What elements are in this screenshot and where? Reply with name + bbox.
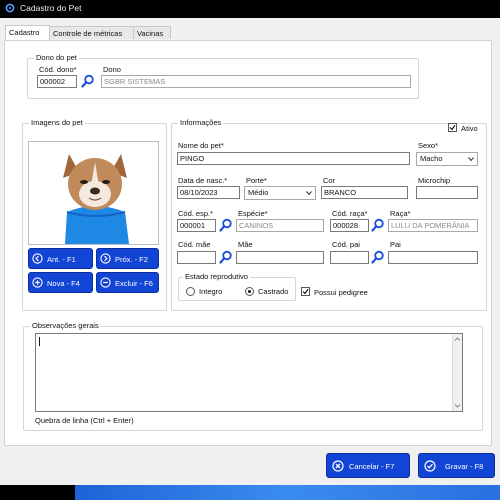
tab-vacinas[interactable]: Vacinas bbox=[133, 26, 171, 39]
notes-textarea[interactable] bbox=[35, 333, 463, 412]
pet-photo bbox=[28, 141, 159, 245]
mother-label: Mãe bbox=[238, 240, 253, 249]
father-code-label: Cód. pai bbox=[332, 240, 360, 249]
sex-select-value: Macho bbox=[420, 154, 443, 163]
breed-field[interactable]: LULU DA POMERÂNIA bbox=[388, 219, 478, 232]
check-icon bbox=[302, 288, 309, 295]
check-icon bbox=[449, 124, 456, 131]
active-label: Ativo bbox=[461, 124, 478, 133]
delete-image-button[interactable]: Excluir - F6 bbox=[96, 272, 159, 293]
pet-name-field[interactable]: PINGO bbox=[177, 152, 410, 165]
radio-castrado[interactable] bbox=[245, 287, 254, 296]
close-icon bbox=[332, 460, 344, 472]
pedigree-checkbox[interactable] bbox=[301, 287, 310, 296]
breed-label: Raça* bbox=[390, 209, 411, 218]
sex-label: Sexo* bbox=[418, 141, 439, 150]
mother-code-field[interactable] bbox=[177, 251, 216, 264]
breed-code-field[interactable]: 000028 bbox=[330, 219, 369, 232]
arrow-right-icon bbox=[100, 253, 111, 264]
text-cursor bbox=[39, 337, 40, 346]
size-select[interactable]: Médio bbox=[244, 186, 316, 200]
mother-search-magnifier-icon[interactable] bbox=[219, 250, 233, 264]
pedigree-label: Possui pedigree bbox=[314, 288, 368, 297]
breed-code-label: Cód. raça* bbox=[332, 209, 368, 218]
father-search-magnifier-icon[interactable] bbox=[371, 250, 385, 264]
cancel-button-label: Cancelar - F7 bbox=[349, 462, 395, 471]
prev-image-label: Ant. - F1 bbox=[47, 255, 76, 264]
father-code-field[interactable] bbox=[330, 251, 369, 264]
birth-date-label: Data de nasc.* bbox=[178, 176, 228, 185]
radio-castrado-label: Castrado bbox=[258, 287, 289, 296]
mother-code-label: Cód. mãe bbox=[178, 240, 211, 249]
title-bar: Cadastro do Pet bbox=[0, 0, 500, 18]
size-label: Porte* bbox=[246, 176, 267, 185]
notes-group-title: Observações gerais bbox=[30, 321, 101, 330]
mother-field[interactable] bbox=[236, 251, 324, 264]
species-label: Espécie* bbox=[238, 209, 268, 218]
pet-name-label: Nome do pet* bbox=[178, 141, 224, 150]
species-field[interactable]: CANINOS bbox=[236, 219, 324, 232]
notes-scrollbar[interactable] bbox=[452, 334, 462, 411]
microchip-label: Microchip bbox=[418, 176, 451, 185]
owner-code-label: Cód. dono* bbox=[39, 65, 77, 74]
cancel-button[interactable]: Cancelar - F7 bbox=[326, 453, 410, 478]
chevron-down-icon bbox=[468, 157, 474, 162]
prev-image-button[interactable]: Ant. - F1 bbox=[28, 248, 93, 269]
species-code-field[interactable]: 000001 bbox=[177, 219, 216, 232]
info-group-title: Informações bbox=[178, 118, 224, 127]
microchip-field[interactable] bbox=[416, 186, 478, 199]
images-group-title: Imagens do pet bbox=[29, 118, 85, 127]
check-circle-icon bbox=[424, 460, 436, 472]
tab-cadastro[interactable]: Cadastro bbox=[5, 25, 50, 40]
father-label: Pai bbox=[390, 240, 401, 249]
plus-icon bbox=[32, 277, 43, 288]
radio-integro-label: Integro bbox=[199, 287, 223, 296]
desktop-wallpaper-strip bbox=[75, 485, 500, 500]
father-field[interactable] bbox=[388, 251, 478, 264]
minus-icon bbox=[100, 277, 111, 288]
owner-name-label: Dono bbox=[103, 65, 121, 74]
window-title: Cadastro do Pet bbox=[20, 3, 82, 13]
species-search-magnifier-icon[interactable] bbox=[219, 218, 233, 232]
owner-group-title: Dono do pet bbox=[34, 53, 79, 62]
species-code-label: Cód. esp.* bbox=[178, 209, 214, 218]
save-button-label: Gravar - F8 bbox=[445, 462, 484, 471]
birth-date-field[interactable]: 08/10/2023 bbox=[177, 186, 240, 199]
color-field[interactable]: BRANCO bbox=[321, 186, 408, 199]
chevron-down-icon bbox=[306, 191, 312, 196]
scroll-down-icon[interactable] bbox=[453, 403, 462, 409]
scroll-up-icon[interactable] bbox=[453, 336, 462, 342]
app-icon bbox=[5, 3, 15, 13]
save-button[interactable]: Gravar - F8 bbox=[418, 453, 495, 478]
taskbar bbox=[0, 485, 500, 500]
size-select-value: Médio bbox=[248, 188, 269, 197]
color-label: Cor bbox=[323, 176, 336, 185]
next-image-button[interactable]: Próx. - F2 bbox=[96, 248, 159, 269]
notes-hint: Quebra de linha (Ctrl + Enter) bbox=[35, 416, 134, 425]
owner-code-field[interactable]: 000002 bbox=[37, 75, 77, 88]
owner-name-field[interactable]: SGBR SISTEMAS bbox=[101, 75, 411, 88]
radio-integro[interactable] bbox=[186, 287, 195, 296]
breed-search-magnifier-icon[interactable] bbox=[371, 218, 385, 232]
arrow-left-icon bbox=[32, 253, 43, 264]
reproductive-state-title: Estado reprodutivo bbox=[183, 272, 250, 281]
delete-image-label: Excluir - F6 bbox=[115, 279, 153, 288]
next-image-label: Próx. - F2 bbox=[115, 255, 148, 264]
sex-select[interactable]: Macho bbox=[416, 152, 478, 166]
new-image-button[interactable]: Nova - F4 bbox=[28, 272, 93, 293]
tab-controle-metricas[interactable]: Controle de métricas bbox=[49, 26, 134, 39]
active-checkbox[interactable] bbox=[448, 123, 457, 132]
pet-photo-image bbox=[29, 142, 158, 244]
owner-search-magnifier-icon[interactable] bbox=[81, 74, 95, 88]
new-image-label: Nova - F4 bbox=[47, 279, 80, 288]
